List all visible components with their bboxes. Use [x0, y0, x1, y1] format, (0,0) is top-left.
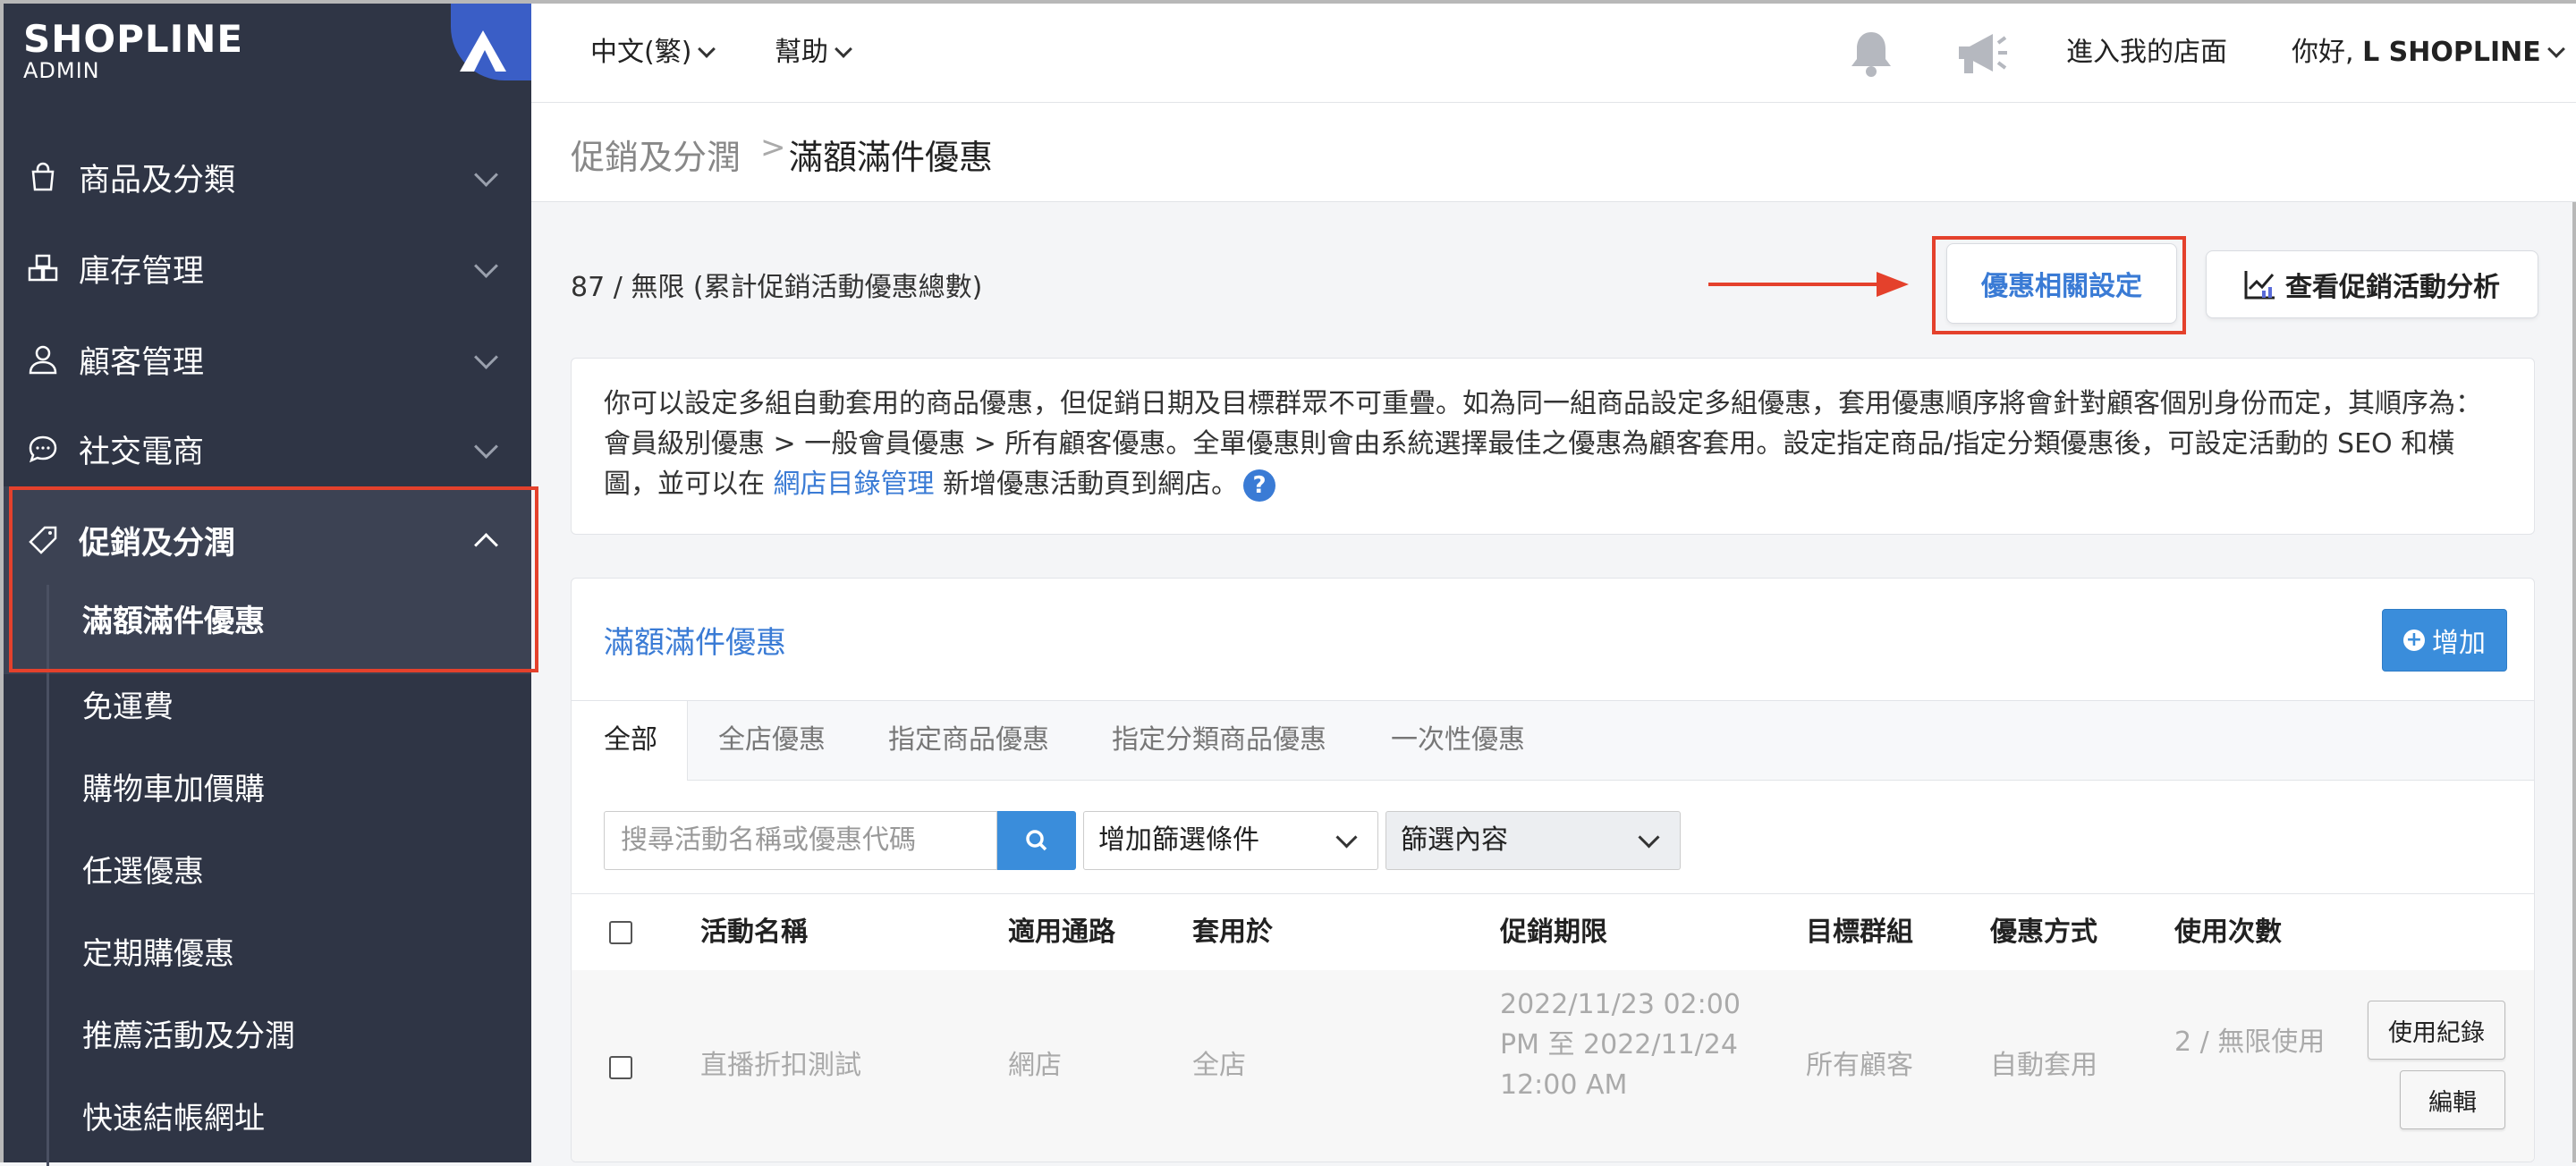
col-header-target: 目標群組: [1806, 917, 1913, 948]
sidebar-subitem-express-checkout[interactable]: 快速結帳網址: [82, 1078, 265, 1159]
promotions-panel: 滿額滿件優惠 + 增加 全部 全店優惠 指定商品優惠 指定分類商品優惠 一次性優…: [571, 578, 2535, 1162]
usage-log-button[interactable]: 使用紀錄: [2368, 1001, 2505, 1060]
chevron-down-icon: [1335, 826, 1358, 849]
sidebar-subitem-free-shipping[interactable]: 免運費: [82, 667, 174, 748]
add-label: 增加: [2432, 628, 2486, 659]
filter-condition-value: 增加篩選條件: [1098, 824, 1259, 856]
visit-store-link[interactable]: 進入我的店面: [2066, 4, 2227, 102]
sidebar-item-products[interactable]: 商品及分類: [4, 132, 531, 222]
language-label: 中文(繁): [590, 37, 692, 68]
cell-period: 2022/11/23 02:00 PM 至 2022/11/24 12:00 A…: [1500, 989, 1741, 1101]
cell-channel: 網店: [1008, 1050, 1062, 1081]
cell-method: 自動套用: [1990, 1050, 2097, 1081]
table-row: 直播折扣測試 網店 全店 2022/11/23 02:00 PM 至 2022/…: [572, 970, 2534, 1162]
chat-bubble-icon: [29, 435, 57, 463]
breadcrumb-parent[interactable]: 促銷及分潤: [571, 130, 741, 179]
analytics-chart-icon: [2244, 271, 2275, 300]
tab-specific-categories[interactable]: 指定分類商品優惠: [1112, 701, 1326, 780]
topbar: 中文(繁) 幫助 進入我的店面 你好, L SHOPLINE: [531, 4, 2576, 103]
cell-target: 所有顧客: [1806, 1050, 1913, 1081]
chevron-down-icon: [2546, 40, 2565, 58]
edit-button[interactable]: 編輯: [2400, 1070, 2505, 1129]
col-header-name: 活動名稱: [700, 917, 808, 948]
user-menu[interactable]: 你好, L SHOPLINE: [2292, 4, 2565, 102]
sidebar-item-label: 顧客管理: [79, 344, 205, 381]
help-label: 幫助: [775, 37, 828, 68]
filter-content-value: 篩選內容: [1401, 824, 1508, 856]
annotation-arrow-head: [1877, 272, 1909, 297]
shopping-bag-icon: [31, 162, 55, 191]
logo-sub: ADMIN: [23, 58, 100, 83]
language-dropdown[interactable]: 中文(繁): [590, 4, 716, 102]
sidebar-subitem-subscription[interactable]: 定期購優惠: [82, 914, 234, 994]
tab-one-time[interactable]: 一次性優惠: [1391, 701, 1525, 780]
greeting-text: 你好,: [2292, 37, 2354, 68]
search-icon: [1026, 830, 1047, 851]
bell-icon[interactable]: [1848, 29, 1894, 79]
logo-brand: SHOPLINE: [23, 17, 244, 61]
help-circle-icon[interactable]: ?: [1243, 469, 1276, 502]
user-name: L SHOPLINE: [2362, 37, 2541, 68]
panel-title: 滿額滿件優惠: [604, 625, 786, 661]
sidebar-item-label: 商品及分類: [79, 162, 236, 199]
sidebar-item-customers[interactable]: 顧客管理: [4, 315, 531, 404]
chevron-down-icon: [1638, 826, 1660, 849]
sidebar-subitem-bundle-pricing[interactable]: 任選優惠: [82, 832, 204, 912]
row-checkbox[interactable]: [609, 1056, 632, 1079]
promotion-counter: 87 / 無限 (累計促銷活動優惠總數): [571, 272, 983, 303]
search-button[interactable]: [997, 811, 1076, 870]
col-header-usage: 使用次數: [2174, 917, 2282, 948]
col-header-channel: 適用通路: [1008, 917, 1115, 948]
col-header-method: 優惠方式: [1990, 917, 2097, 948]
chevron-down-icon: [474, 345, 498, 369]
breadcrumb-separator: >: [760, 130, 786, 165]
chevron-down-icon: [698, 40, 716, 58]
sidebar-item-label: 庫存管理: [79, 253, 205, 290]
select-all-checkbox[interactable]: [609, 921, 632, 944]
col-header-period: 促銷期限: [1500, 917, 1607, 948]
info-notice: 你可以設定多組自動套用的商品優惠，但促銷日期及目標群眾不可重疊。如為同一組商品設…: [571, 358, 2535, 535]
chevron-down-icon: [474, 163, 498, 187]
promotion-analysis-label: 查看促銷活動分析: [2285, 272, 2500, 303]
filter-content-select[interactable]: 篩選內容: [1385, 811, 1681, 870]
tab-bar: 全部 全店優惠 指定商品優惠 指定分類商品優惠 一次性優惠: [572, 700, 2534, 781]
add-promotion-button[interactable]: + 增加: [2382, 609, 2507, 672]
tab-all[interactable]: 全部: [572, 701, 688, 781]
highlight-box-sidebar: [9, 486, 538, 672]
megaphone-icon[interactable]: [1955, 30, 2009, 77]
user-icon: [29, 345, 57, 375]
promotion-analysis-button[interactable]: 查看促銷活動分析: [2206, 250, 2538, 318]
page-title: 滿額滿件優惠: [789, 138, 994, 177]
highlight-box-settings: [1932, 236, 2186, 334]
col-header-apply: 套用於: [1192, 917, 1273, 948]
sidebar-item-social[interactable]: 社交電商: [4, 404, 531, 494]
cell-usage: 2 / 無限使用: [2174, 1027, 2326, 1058]
info-suffix: 新增優惠活動頁到網店。: [934, 469, 1239, 500]
filter-condition-select[interactable]: 增加篩選條件: [1083, 811, 1378, 870]
chevron-down-icon: [474, 254, 498, 278]
sidebar-item-inventory[interactable]: 庫存管理: [4, 224, 531, 313]
breadcrumb: 促銷及分潤 > 滿額滿件優惠: [531, 103, 2576, 202]
plus-circle-icon: +: [2403, 629, 2425, 651]
tab-storewide[interactable]: 全店優惠: [718, 701, 826, 780]
logo-mark-cut: [474, 50, 496, 72]
cell-name: 直播折扣測試: [700, 1050, 861, 1081]
boxes-icon: [28, 254, 58, 282]
table-header: 活動名稱 適用通路 套用於 促銷期限 目標群組 優惠方式 使用次數: [572, 893, 2534, 972]
search-input[interactable]: 搜尋活動名稱或優惠代碼: [604, 811, 997, 870]
sidebar-item-label: 社交電商: [79, 434, 205, 470]
sidebar-subitem-cart-addon[interactable]: 購物車加價購: [82, 749, 265, 830]
store-directory-link[interactable]: 網店目錄管理: [774, 469, 935, 500]
chevron-down-icon: [835, 40, 852, 58]
help-dropdown[interactable]: 幫助: [775, 4, 852, 102]
tab-specific-products[interactable]: 指定商品優惠: [888, 701, 1049, 780]
logo[interactable]: SHOPLINE ADMIN: [23, 17, 244, 83]
chevron-down-icon: [474, 435, 498, 459]
cell-apply: 全店: [1192, 1050, 1246, 1081]
sidebar-subitem-referral[interactable]: 推薦活動及分潤: [82, 996, 295, 1077]
annotation-arrow: [1708, 283, 1878, 286]
